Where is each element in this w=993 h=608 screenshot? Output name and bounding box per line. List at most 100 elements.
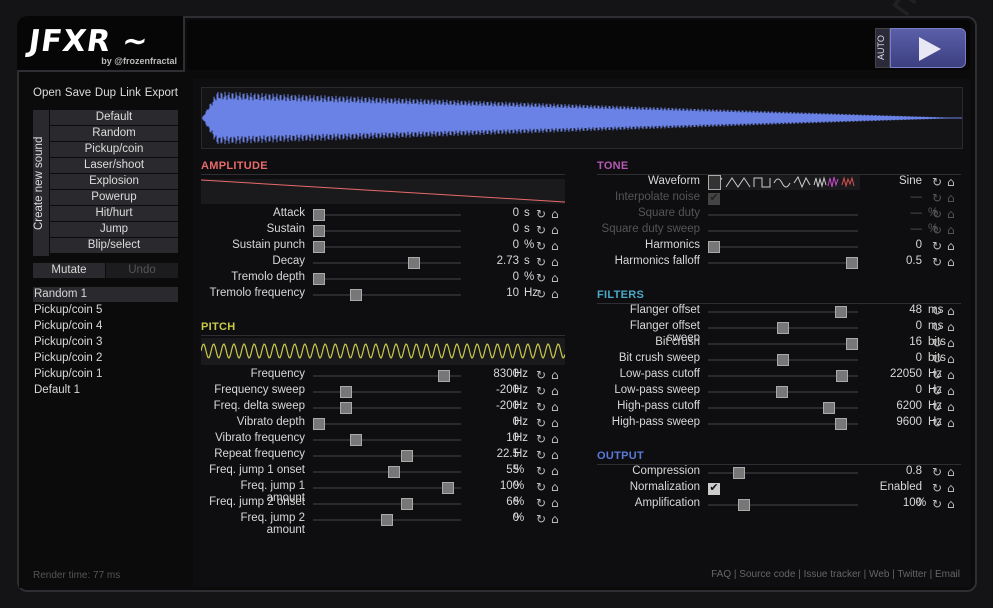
lock-icon[interactable]: ⌂ — [947, 384, 955, 398]
reset-icon[interactable]: ↻ — [536, 480, 546, 494]
param-slider-handle[interactable] — [846, 338, 858, 350]
lock-icon[interactable]: ⌂ — [551, 271, 559, 285]
generate-explosion-button[interactable]: Explosion — [50, 174, 178, 189]
generate-laser-shoot-button[interactable]: Laser/shoot — [50, 158, 178, 173]
lock-icon[interactable]: ⌂ — [551, 496, 559, 510]
param-value[interactable]: 2.73 — [459, 255, 519, 267]
param-value[interactable]: 8300 — [459, 368, 519, 380]
lock-icon[interactable]: ⌂ — [551, 223, 559, 237]
param-value[interactable]: 0 — [862, 352, 922, 364]
param-value[interactable]: 0.5 — [862, 255, 922, 267]
param-slider-handle[interactable] — [340, 402, 353, 414]
lock-icon[interactable]: ⌂ — [947, 207, 955, 221]
footer-link-web[interactable]: Web — [869, 569, 889, 580]
lock-icon[interactable]: ⌂ — [551, 239, 559, 253]
reset-icon[interactable]: ↻ — [932, 175, 942, 189]
lock-icon[interactable]: ⌂ — [947, 175, 955, 189]
param-value[interactable]: 55 — [459, 464, 519, 476]
reset-icon[interactable]: ↻ — [536, 207, 546, 221]
generate-jump-button[interactable]: Jump — [50, 222, 178, 237]
param-slider-handle[interactable] — [349, 434, 362, 446]
file-export-button[interactable]: Export — [145, 87, 178, 105]
lock-icon[interactable]: ⌂ — [947, 352, 955, 366]
param-value[interactable]: 0 — [459, 223, 519, 235]
file-save-button[interactable]: Save — [65, 87, 91, 105]
param-slider-track[interactable] — [708, 246, 858, 248]
param-slider-track[interactable] — [313, 246, 461, 248]
param-value[interactable]: 100 — [862, 497, 922, 509]
param-value[interactable]: Enabled — [862, 481, 922, 493]
param-slider-track[interactable] — [313, 439, 461, 441]
file-open-button[interactable]: Open — [33, 87, 61, 105]
reset-icon[interactable]: ↻ — [932, 255, 942, 269]
lock-icon[interactable]: ⌂ — [551, 464, 559, 478]
param-slider-track[interactable] — [313, 230, 461, 232]
reset-icon[interactable]: ↻ — [932, 416, 942, 430]
param-slider-track[interactable] — [313, 407, 461, 409]
lock-icon[interactable]: ⌂ — [947, 320, 955, 334]
param-slider-handle[interactable] — [313, 241, 325, 253]
lock-icon[interactable]: ⌂ — [551, 432, 559, 446]
generate-blip-select-button[interactable]: Blip/select — [50, 238, 178, 253]
param-slider-track[interactable] — [708, 343, 858, 345]
param-slider-handle[interactable] — [313, 418, 325, 430]
lock-icon[interactable]: ⌂ — [947, 304, 955, 318]
lock-icon[interactable]: ⌂ — [947, 239, 955, 253]
param-slider-track[interactable] — [313, 503, 461, 505]
lock-icon[interactable]: ⌂ — [551, 368, 559, 382]
lock-icon[interactable]: ⌂ — [551, 480, 559, 494]
param-slider-track[interactable] — [313, 294, 461, 296]
lock-icon[interactable]: ⌂ — [551, 207, 559, 221]
param-slider-track[interactable] — [313, 262, 461, 264]
reset-icon[interactable]: ↻ — [536, 287, 546, 301]
param-slider-handle[interactable] — [834, 306, 847, 318]
file-link-button[interactable]: Link — [120, 87, 141, 105]
param-value[interactable]: 0 — [459, 512, 519, 524]
param-slider-handle[interactable] — [401, 498, 414, 510]
lock-icon[interactable]: ⌂ — [947, 191, 955, 205]
param-value[interactable]: 0 — [459, 207, 519, 219]
generate-default-button[interactable]: Default — [50, 110, 178, 125]
param-value[interactable]: 0 — [862, 320, 922, 332]
param-value[interactable]: 0 — [459, 416, 519, 428]
param-slider-track[interactable] — [313, 278, 461, 280]
param-value[interactable]: 100 — [459, 480, 519, 492]
reset-icon[interactable]: ↻ — [932, 400, 942, 414]
reset-icon[interactable]: ↻ — [536, 512, 546, 526]
param-slider-track[interactable] — [313, 423, 461, 425]
reset-icon[interactable]: ↻ — [932, 304, 942, 318]
lock-icon[interactable]: ⌂ — [551, 287, 559, 301]
param-slider-track[interactable] — [313, 455, 461, 457]
param-value[interactable]: 0 — [459, 271, 519, 283]
reset-icon[interactable]: ↻ — [932, 497, 942, 511]
param-value[interactable]: — — [862, 191, 923, 203]
reset-icon[interactable]: ↻ — [536, 448, 546, 462]
param-slider-track[interactable] — [313, 487, 461, 489]
param-slider-handle[interactable] — [775, 386, 788, 398]
reset-icon[interactable]: ↻ — [932, 239, 942, 253]
lock-icon[interactable]: ⌂ — [551, 384, 559, 398]
param-slider-handle[interactable] — [313, 273, 325, 285]
lock-icon[interactable]: ⌂ — [947, 481, 955, 495]
param-slider-track[interactable] — [313, 391, 461, 393]
lock-icon[interactable]: ⌂ — [947, 400, 955, 414]
reset-icon[interactable]: ↻ — [536, 255, 546, 269]
lock-icon[interactable]: ⌂ — [551, 416, 559, 430]
sound-list-item[interactable]: Pickup/coin 1 — [33, 367, 178, 382]
footer-link-source-code[interactable]: Source code — [739, 569, 795, 580]
reset-icon[interactable]: ↻ — [536, 464, 546, 478]
param-value[interactable]: -200 — [459, 400, 519, 412]
param-slider-track[interactable] — [708, 230, 858, 232]
param-slider-handle[interactable] — [313, 209, 325, 221]
param-value[interactable]: 0 — [459, 239, 519, 251]
lock-icon[interactable]: ⌂ — [947, 416, 955, 430]
param-slider-handle[interactable] — [836, 370, 849, 382]
sound-list-item[interactable]: Default 1 — [33, 383, 178, 398]
param-slider-track[interactable] — [313, 214, 461, 216]
reset-icon[interactable]: ↻ — [536, 271, 546, 285]
lock-icon[interactable]: ⌂ — [947, 223, 955, 237]
lock-icon[interactable]: ⌂ — [551, 512, 559, 526]
mutate-button[interactable]: Mutate — [33, 263, 105, 278]
param-slider-handle[interactable] — [313, 225, 325, 237]
reset-icon[interactable]: ↻ — [932, 368, 942, 382]
